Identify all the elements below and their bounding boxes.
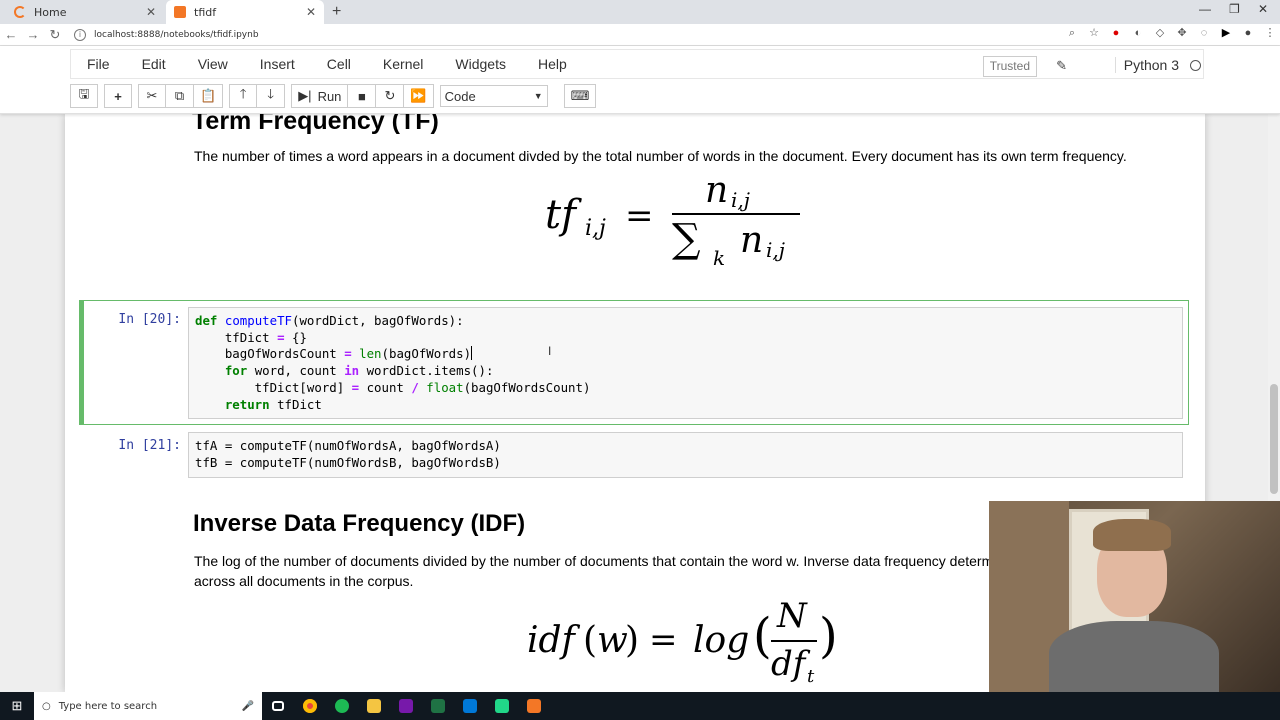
tf-description: The number of times a word appears in a … [194,148,1127,164]
tab-tfidf-label: tfidf [194,5,217,19]
task-view-icon[interactable] [262,692,294,720]
run-label: Run [317,88,342,104]
idf-formula: idf ( w ) = log ( N df t ) [527,596,838,687]
extension-icons: ⌕ ☆ ● ◐ ◇ ✥ ◌ ▶ ● ⋮ [1066,27,1276,39]
url-text: localhost:8888/notebooks/tfidf.ipynb [94,30,259,40]
trusted-indicator[interactable]: Trusted [982,56,1037,77]
cell-type-value: Code [444,88,476,104]
info-icon[interactable]: i [74,29,86,41]
chevron-down-icon: ▼ [533,91,543,101]
pycharm-icon[interactable] [486,692,518,720]
menu-cell[interactable]: Cell [311,56,367,72]
kernel-name[interactable]: Python 3 [1114,57,1179,73]
paste-icon[interactable]: 📋 [194,84,224,108]
fast-forward-icon[interactable]: ⏩ [404,84,434,108]
notebook-icon [174,6,186,18]
cell-prompt: In [21]: [118,438,181,453]
taskbar-search-box[interactable]: ○ Type here to search 🎤 [34,692,262,720]
microphone-icon[interactable]: 🎤 [242,701,254,712]
forward-icon[interactable]: → [22,27,44,42]
extension-icon[interactable]: ◇ [1154,27,1166,39]
idf-description-line: across all documents in the corpus. [194,573,414,589]
extension-icon[interactable]: ✥ [1176,27,1188,39]
star-icon[interactable]: ☆ [1088,27,1100,39]
code-line: tfA = computeTF(numOfWordsA, bagOfWordsA… [195,438,501,453]
menu-insert[interactable]: Insert [244,56,311,72]
minimize-button[interactable]: — [1199,2,1211,16]
jupyter-icon [14,6,26,18]
menu-icon[interactable]: ⋮ [1264,27,1276,39]
menu-bar: File Edit View Insert Cell Kernel Widget… [70,49,1204,79]
tab-tfidf[interactable]: tfidf ✕ [166,0,324,24]
menu-file[interactable]: File [71,56,126,72]
vscode-icon[interactable] [454,692,486,720]
tab-home-label: Home [34,5,67,19]
menu-help[interactable]: Help [522,56,583,72]
stop-icon[interactable]: ■ [348,84,377,108]
text-cursor-icon: I [548,344,552,358]
save-icon[interactable]: 🖫 [70,84,98,108]
scrollbar-thumb[interactable] [1270,384,1278,494]
run-icon: ▶| [298,88,312,103]
back-icon[interactable]: ← [0,27,22,42]
cell-type-select[interactable]: Code ▼ [439,85,548,107]
keyboard-icon[interactable]: ⌨ [563,84,597,108]
code-line: tfB = computeTF(numOfWordsB, bagOfWordsB… [195,454,501,470]
move-down-icon[interactable]: 🡓 [257,84,286,108]
browser-tab-strip: Home ✕ tfidf ✕ + — ❐ ✕ [0,0,1280,24]
search-icon: ○ [42,700,51,712]
excel-icon[interactable] [422,692,454,720]
maximize-button[interactable]: ❐ [1229,2,1240,16]
webcam-overlay [989,501,1280,692]
spotify-icon[interactable] [326,692,358,720]
reload-icon[interactable]: ↻ [44,27,66,43]
windows-start-icon[interactable]: ⊞ [0,698,34,714]
jupyter-header: File Edit View Insert Cell Kernel Widget… [0,46,1280,114]
file-explorer-icon[interactable] [358,692,390,720]
pencil-icon[interactable]: ✎ [1056,58,1067,74]
avatar[interactable]: ● [1242,27,1254,39]
close-tab-icon[interactable]: ✕ [306,5,316,19]
close-tab-icon[interactable]: ✕ [146,5,156,19]
opera-icon[interactable]: ● [1110,27,1122,39]
code-editor[interactable]: tfA = computeTF(numOfWordsA, bagOfWordsA… [188,432,1183,478]
new-tab-button[interactable]: + [332,3,341,21]
tab-home[interactable]: Home ✕ [6,0,164,24]
jupyter-app-icon[interactable] [518,692,550,720]
url-field[interactable]: i localhost:8888/notebooks/tfidf.ipynb [74,27,1074,43]
cut-icon[interactable]: ✂ [138,84,166,108]
address-bar: ← → ↻ i localhost:8888/notebooks/tfidf.i… [0,24,1280,46]
menu-view[interactable]: View [182,56,244,72]
cell-prompt: In [20]: [118,312,181,327]
close-window-button[interactable]: ✕ [1258,2,1268,16]
windows-taskbar: ⊞ ○ Type here to search 🎤 [0,692,1280,720]
notebook-toolbar: 🖫 + ✂ ⧉ 📋 🡑 🡓 ▶| Run ■ ↻ ⏩ Code ▼ ⌨ [70,83,602,109]
extension-icon[interactable]: ◌ [1198,27,1210,39]
kernel-status-icon [1190,60,1201,71]
code-editor[interactable]: def computeTF(wordDict, bagOfWords): tfD… [188,307,1183,419]
idf-description-line: The log of the number of documents divid… [194,553,994,569]
chrome-icon[interactable] [294,692,326,720]
add-cell-icon[interactable]: + [104,84,132,108]
menu-widgets[interactable]: Widgets [439,56,522,72]
menu-kernel[interactable]: Kernel [367,56,439,72]
copy-icon[interactable]: ⧉ [166,84,194,108]
play-icon[interactable]: ▶ [1220,27,1232,39]
idf-heading: Inverse Data Frequency (IDF) [193,510,526,537]
menu-edit[interactable]: Edit [126,56,182,72]
extension-icon[interactable]: ◐ [1132,27,1144,39]
restart-icon[interactable]: ↻ [376,84,405,108]
zoom-icon[interactable]: ⌕ [1066,27,1078,39]
run-button[interactable]: ▶| Run [291,84,349,108]
move-up-icon[interactable]: 🡑 [229,84,258,108]
tf-heading: Term Frequency (TF) [192,114,439,135]
search-placeholder: Type here to search [58,700,158,712]
onenote-icon[interactable] [390,692,422,720]
idf-description: The log of the number of documents divid… [194,551,993,591]
tf-formula: tf i,j = n i,j ∑ k n i,j [545,170,805,274]
